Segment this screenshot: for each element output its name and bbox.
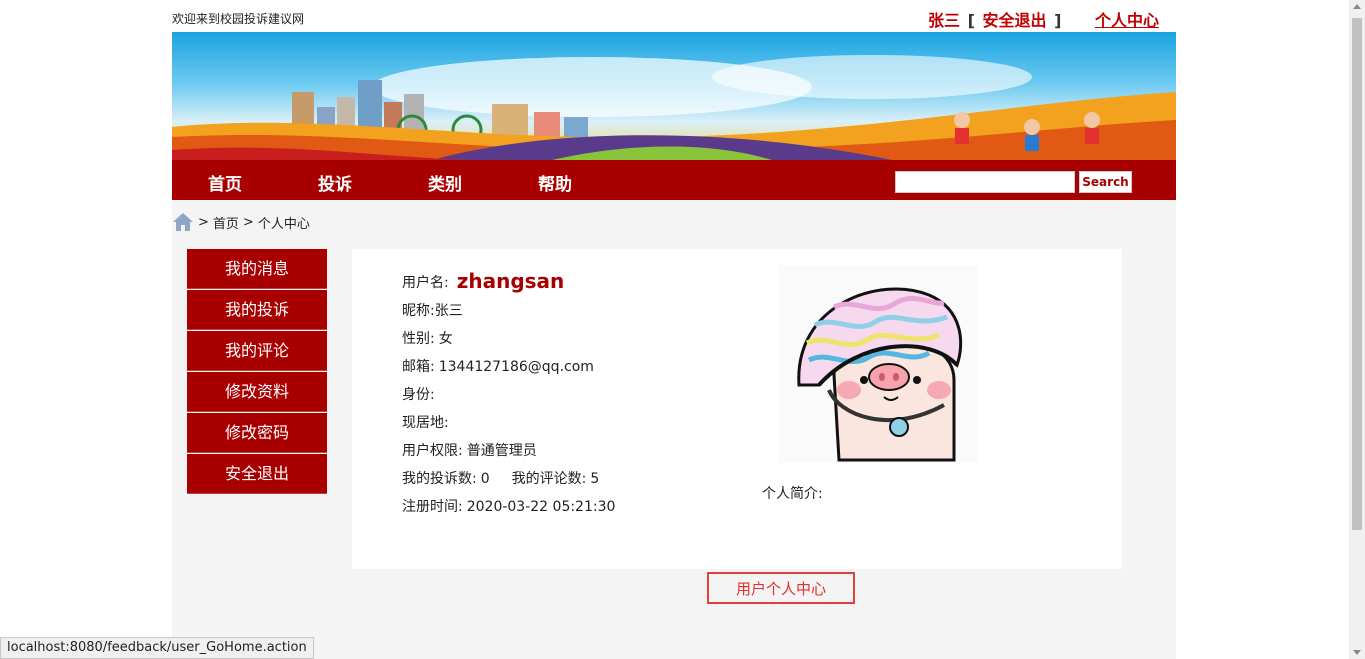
identity-label: 身份: — [402, 387, 435, 403]
breadcrumb-current: 个人中心 — [257, 216, 310, 232]
search-input[interactable] — [895, 171, 1075, 193]
gender-row: 性别: 女 — [402, 325, 615, 353]
permission-label: 用户权限: — [402, 443, 463, 459]
avatar-pig-image — [779, 265, 977, 463]
page: 欢迎来到校园投诉建议网 张三 [ 安全退出 ] 个人中心 首页 投诉 类别 帮助… — [0, 0, 1349, 659]
username-link[interactable]: 张三 — [928, 11, 960, 30]
complaints-count-label: 我的投诉数: — [402, 471, 477, 487]
counts-row: 我的投诉数: 0 我的评论数: 5 — [402, 465, 615, 493]
sidebar-item-my-complaints[interactable]: 我的投诉 — [187, 290, 327, 330]
home-icon[interactable] — [172, 212, 194, 232]
nickname-value: 张三 — [434, 303, 463, 319]
username-row: 用户名: zhangsan — [402, 267, 615, 297]
profile-info: 用户名: zhangsan 昵称:张三 性别: 女 邮箱: 1344127186@qq… — [402, 267, 615, 521]
residence-row: 现居地: — [402, 409, 615, 437]
gender-value: 女 — [438, 331, 453, 347]
complaints-count-value: 0 — [480, 471, 490, 487]
sidebar-item-logout[interactable]: 安全退出 — [187, 454, 327, 494]
banner-image — [172, 32, 1176, 160]
gender-label: 性别: — [402, 331, 435, 347]
breadcrumb-separator: > — [198, 214, 209, 230]
scroll-down-icon[interactable] — [1353, 650, 1361, 655]
breadcrumb-separator: > — [242, 214, 254, 230]
user-center-button[interactable]: 用户个人中心 — [707, 572, 855, 604]
nav-item-categories[interactable]: 类别 — [428, 170, 462, 195]
status-bar-url: localhost:8080/feedback/user_GoHome.acti… — [0, 637, 314, 659]
email-value: 1344127186@qq.com — [438, 359, 594, 375]
intro: 个人简介: — [762, 483, 823, 503]
registered-value: 2020-03-22 05:21:30 — [466, 499, 616, 515]
email-label: 邮箱: — [402, 359, 435, 375]
main-nav: 首页 投诉 类别 帮助 Search — [172, 160, 1176, 200]
identity-row: 身份: — [402, 381, 615, 409]
sidebar-item-edit-profile[interactable]: 修改资料 — [187, 372, 327, 412]
profile-panel: 用户名: zhangsan 昵称:张三 性别: 女 邮箱: 1344127186@qq… — [352, 249, 1122, 569]
email-row: 邮箱: 1344127186@qq.com — [402, 353, 615, 381]
sidebar-item-my-comments[interactable]: 我的评论 — [187, 331, 327, 371]
logout-link[interactable]: 安全退出 — [982, 11, 1046, 30]
welcome-text: 欢迎来到校园投诉建议网 — [172, 12, 305, 26]
bracket-open: [ — [967, 11, 975, 30]
user-links: 张三 [ 安全退出 ] 个人中心 — [928, 7, 1159, 31]
nav-item-help[interactable]: 帮助 — [538, 170, 572, 195]
breadcrumb: > 首页 > 个人中心 — [172, 212, 310, 232]
breadcrumb-home[interactable]: 首页 — [213, 213, 239, 232]
username-value: zhangsan — [456, 269, 565, 293]
registered-row: 注册时间: 2020-03-22 05:21:30 — [402, 493, 615, 521]
residence-label: 现居地: — [402, 415, 449, 431]
comments-count-value: 5 — [590, 471, 600, 487]
banner-illustration — [172, 55, 1176, 160]
nav-item-complaints[interactable]: 投诉 — [318, 170, 352, 195]
scroll-up-icon[interactable] — [1353, 4, 1361, 9]
personal-center-link[interactable]: 个人中心 — [1095, 11, 1159, 30]
intro-label: 个人简介: — [762, 486, 823, 502]
registered-label: 注册时间: — [402, 499, 463, 515]
comments-count-label: 我的评论数: — [511, 471, 587, 487]
vertical-scrollbar[interactable] — [1349, 0, 1365, 659]
sidebar-item-change-password[interactable]: 修改密码 — [187, 413, 327, 453]
bracket-close: ] — [1054, 11, 1062, 30]
permission-value: 普通管理员 — [466, 443, 537, 459]
nickname-label: 昵称: — [402, 303, 435, 319]
scroll-thumb[interactable] — [1352, 18, 1362, 530]
permission-row: 用户权限: 普通管理员 — [402, 437, 615, 465]
sidebar-item-messages[interactable]: 我的消息 — [187, 249, 327, 289]
avatar — [779, 265, 977, 463]
search-button[interactable]: Search — [1079, 171, 1132, 193]
nav-item-home[interactable]: 首页 — [208, 170, 242, 195]
sidebar: 我的消息 我的投诉 我的评论 修改资料 修改密码 安全退出 — [187, 249, 327, 495]
username-label: 用户名: — [402, 275, 449, 291]
nickname-row: 昵称:张三 — [402, 297, 615, 325]
